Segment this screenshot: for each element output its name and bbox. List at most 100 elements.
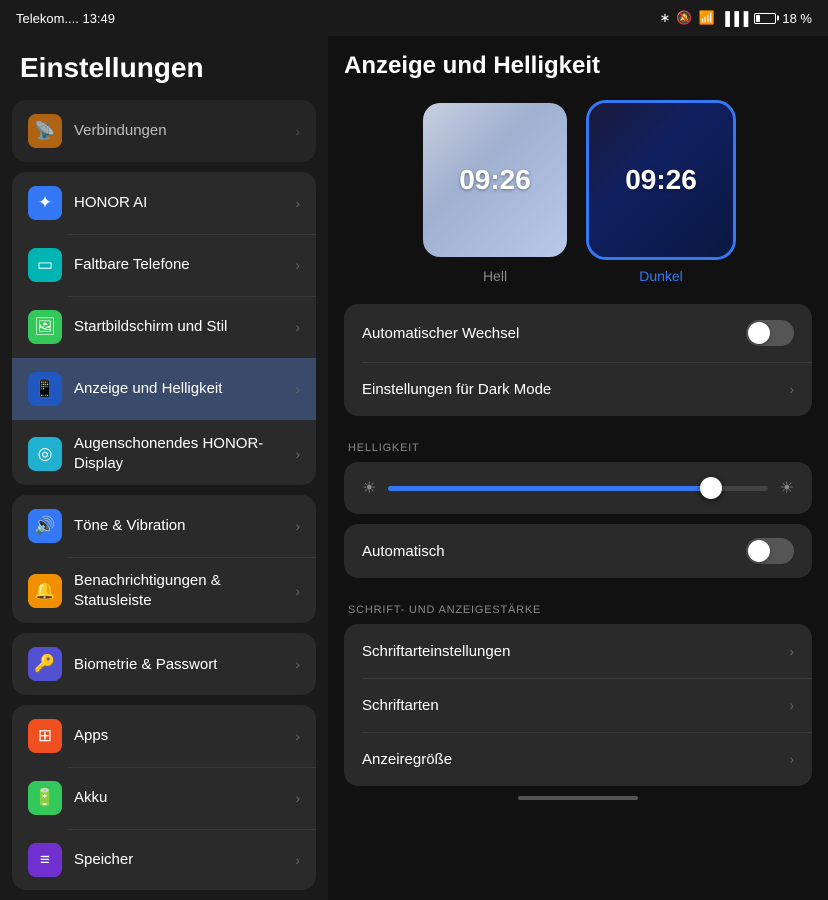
battery-fill (756, 15, 759, 22)
honor-ai-label: HONOR AI (74, 194, 147, 211)
font-settings-chevron: › (789, 643, 794, 659)
foldable-label: Faltbare Telefone (74, 256, 190, 273)
sidebar-group-4: ⊞ Apps › 🔋 Akku › ≡ Speicher › (12, 705, 316, 890)
brightness-auto-label: Automatisch (362, 543, 746, 560)
homescreen-label: Startbildschirm und Stil (74, 318, 227, 335)
font-settings-card: Schriftarteinstellungen › Schriftarten ›… (344, 624, 812, 786)
display-settings-card: Automatischer Wechsel Einstellungen für … (344, 304, 812, 416)
biometrics-label: Biometrie & Passwort (74, 656, 217, 673)
apps-icon: ⊞ (28, 719, 62, 753)
sidebar-item-biometrics[interactable]: 🔑 Biometrie & Passwort › (12, 633, 316, 695)
sidebar-item-homescreen[interactable]: 🖼 Startbildschirm und Stil › (12, 296, 316, 358)
sidebar-item-notifications[interactable]: 🔔 Benachrichtigungen & Statusleiste › (12, 557, 316, 623)
auto-switch-row[interactable]: Automatischer Wechsel (344, 304, 812, 362)
brightness-row: ☀ ☀ (362, 478, 794, 498)
foldable-chevron: › (295, 257, 300, 273)
theme-option-dark[interactable]: 09:26 Dunkel (586, 100, 736, 284)
battery-chevron: › (295, 790, 300, 806)
sidebar-group-1: ✦ HONOR AI › ▭ Faltbare Telefone › 🖼 Sta… (12, 172, 316, 485)
storage-label: Speicher (74, 851, 133, 868)
brightness-auto-knob (748, 540, 770, 562)
font-settings-label: Schriftarteinstellungen (362, 643, 789, 660)
main-content: Einstellungen 📡 Verbindungen › ✦ HONOR A… (0, 36, 828, 900)
brightness-low-icon: ☀ (362, 478, 376, 498)
brightness-high-icon: ☀ (780, 478, 794, 498)
eye-comfort-label: Augenschonendes HONOR-Display (74, 435, 263, 472)
carrier-time: Telekom.... 13:49 (16, 11, 115, 26)
font-settings-row[interactable]: Schriftarteinstellungen › (344, 624, 812, 678)
fonts-chevron: › (789, 697, 794, 713)
honor-ai-icon: ✦ (28, 186, 62, 220)
notifications-chevron: › (295, 583, 300, 599)
brightness-slider-knob[interactable] (700, 477, 722, 499)
eye-comfort-icon: ◎ (28, 437, 62, 471)
theme-light-background: 09:26 (423, 103, 567, 257)
status-bar: Telekom.... 13:49 ∗ 🔕 📶 ▐▐▐ 18 % (0, 0, 828, 36)
display-size-row[interactable]: Anzeiregröße › (344, 732, 812, 786)
apps-label: Apps (74, 727, 108, 744)
sidebar: Einstellungen 📡 Verbindungen › ✦ HONOR A… (0, 36, 328, 900)
dark-mode-settings-row[interactable]: Einstellungen für Dark Mode › (344, 362, 812, 416)
signal-icon: ▐▐▐ (721, 11, 749, 26)
sidebar-group-3: 🔑 Biometrie & Passwort › (12, 633, 316, 695)
theme-preview-dark: 09:26 (586, 100, 736, 260)
brightness-slider-track[interactable] (388, 486, 767, 491)
status-icons: ∗ 🔕 📶 ▐▐▐ 18 % (659, 10, 812, 26)
verbindungen-label: Verbindungen (74, 122, 167, 139)
theme-dark-time: 09:26 (625, 164, 697, 196)
brightness-slider-container: ☀ ☀ (344, 462, 812, 514)
auto-switch-knob (748, 322, 770, 344)
notifications-icon: 🔔 (28, 574, 62, 608)
homescreen-icon: 🖼 (28, 310, 62, 344)
theme-light-label: Hell (483, 268, 507, 284)
notifications-label: Benachrichtigungen & Statusleiste (74, 572, 221, 609)
sidebar-item-apps[interactable]: ⊞ Apps › (12, 705, 316, 767)
battery-icon-sidebar: 🔋 (28, 781, 62, 815)
display-chevron: › (295, 381, 300, 397)
sidebar-item-honor-ai[interactable]: ✦ HONOR AI › (12, 172, 316, 234)
right-panel: Anzeige und Helligkeit 09:26 Hell 09:26 … (328, 36, 828, 900)
fonts-label: Schriftarten (362, 697, 789, 714)
display-icon: 📱 (28, 372, 62, 406)
fonts-row[interactable]: Schriftarten › (344, 678, 812, 732)
verbindungen-chevron: › (295, 123, 300, 139)
auto-switch-toggle[interactable] (746, 320, 794, 346)
homescreen-chevron: › (295, 319, 300, 335)
theme-option-light[interactable]: 09:26 Hell (420, 100, 570, 284)
sidebar-title: Einstellungen (0, 36, 328, 96)
sidebar-item-storage[interactable]: ≡ Speicher › (12, 829, 316, 890)
scroll-indicator (518, 796, 638, 800)
sounds-icon: 🔊 (28, 509, 62, 543)
display-size-label: Anzeiregröße (362, 751, 789, 768)
sidebar-item-battery[interactable]: 🔋 Akku › (12, 767, 316, 829)
theme-light-time: 09:26 (459, 164, 531, 196)
sidebar-item-verbindungen[interactable]: 📡 Verbindungen › (12, 100, 316, 162)
theme-selector: 09:26 Hell 09:26 Dunkel (344, 100, 812, 284)
bluetooth-icon: ∗ (659, 10, 670, 26)
battery-indicator (754, 13, 776, 24)
theme-dark-background: 09:26 (589, 103, 733, 257)
display-size-chevron: › (789, 751, 794, 767)
storage-chevron: › (295, 852, 300, 868)
apps-chevron: › (295, 728, 300, 744)
sidebar-item-sounds[interactable]: 🔊 Töne & Vibration › (12, 495, 316, 557)
biometrics-chevron: › (295, 656, 300, 672)
brightness-auto-row[interactable]: Automatisch (344, 524, 812, 578)
honor-ai-chevron: › (295, 195, 300, 211)
sounds-chevron: › (295, 518, 300, 534)
biometrics-icon: 🔑 (28, 647, 62, 681)
battery-percent: 18 % (782, 11, 812, 26)
storage-icon: ≡ (28, 843, 62, 877)
sounds-label: Töne & Vibration (74, 517, 185, 534)
sidebar-item-eye-comfort[interactable]: ◎ Augenschonendes HONOR-Display › (12, 420, 316, 485)
sidebar-group-2: 🔊 Töne & Vibration › 🔔 Benachrichtigunge… (12, 495, 316, 623)
right-panel-title: Anzeige und Helligkeit (344, 52, 812, 80)
wifi-icon: 📶 (699, 10, 715, 26)
sidebar-item-foldable[interactable]: ▭ Faltbare Telefone › (12, 234, 316, 296)
brightness-auto-toggle[interactable] (746, 538, 794, 564)
silent-icon: 🔕 (676, 10, 692, 26)
sidebar-item-display[interactable]: 📱 Anzeige und Helligkeit › (12, 358, 316, 420)
foldable-icon: ▭ (28, 248, 62, 282)
dark-mode-chevron: › (789, 381, 794, 397)
battery-body (754, 13, 776, 24)
